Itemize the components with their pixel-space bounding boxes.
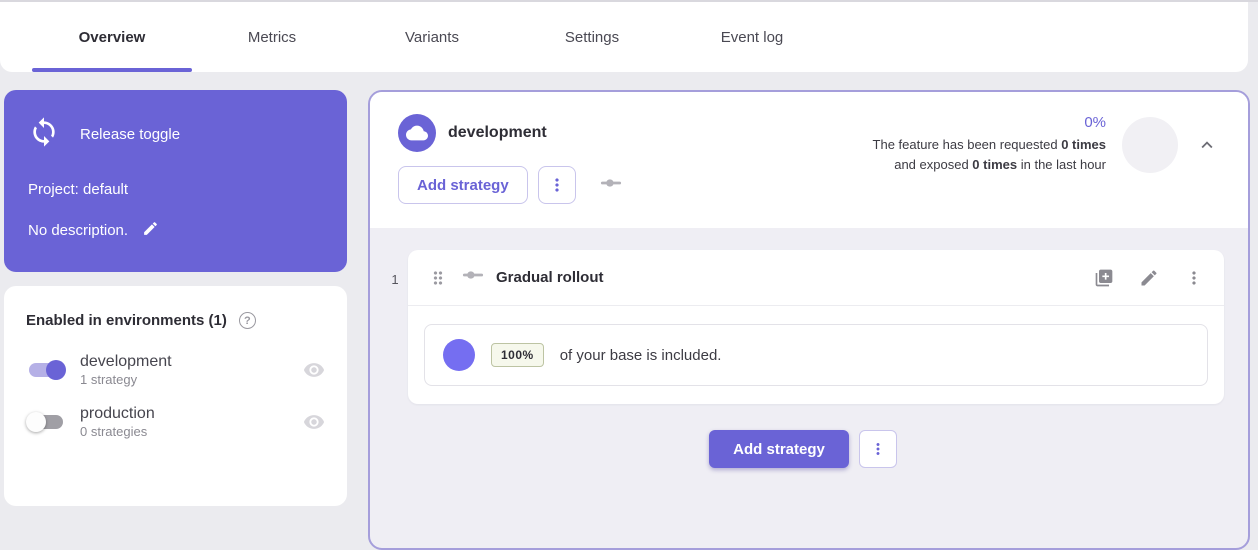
env-strategy-count: 1 strategy xyxy=(80,372,303,387)
exposure-donut-placeholder xyxy=(1122,117,1178,173)
production-toggle-switch[interactable] xyxy=(26,411,66,433)
env-name: development xyxy=(80,353,303,371)
feature-tabs-nav: Overview Metrics Variants Settings Event… xyxy=(0,2,1248,72)
toggle-type-label: Release toggle xyxy=(80,126,180,143)
strategy-more-actions-icon[interactable] xyxy=(1184,268,1204,288)
edit-description-icon[interactable] xyxy=(142,220,159,241)
add-strategy-more-options-button[interactable] xyxy=(859,430,897,468)
description-text: No description. xyxy=(28,222,128,239)
enabled-environments-card: Enabled in environments (1) ? developmen… xyxy=(4,286,347,506)
environment-accordion-development: development Add strategy 0% xyxy=(368,90,1250,550)
kebab-menu-icon xyxy=(869,440,887,458)
environment-more-actions-button[interactable] xyxy=(538,166,576,204)
visibility-eye-icon[interactable] xyxy=(303,411,325,433)
strategy-item-gradual-rollout: Gradual rollout 100% of your xyxy=(408,250,1224,404)
chevron-up-icon[interactable] xyxy=(1196,134,1218,156)
tab-overview[interactable]: Overview xyxy=(32,2,192,72)
tab-settings[interactable]: Settings xyxy=(512,2,672,72)
add-strategy-button-footer[interactable]: Add strategy xyxy=(709,430,849,468)
environment-title: development xyxy=(448,124,547,142)
strategy-slider-icon xyxy=(460,262,486,293)
strategy-slider-icon xyxy=(598,170,624,201)
enabled-environments-title: Enabled in environments (1) xyxy=(26,312,227,329)
feature-toggle-page: Overview Metrics Variants Settings Event… xyxy=(0,0,1258,485)
sidebar: Release toggle Project: default No descr… xyxy=(4,90,347,506)
rollout-description: of your base is included. xyxy=(560,347,722,364)
development-toggle-switch[interactable] xyxy=(26,359,66,381)
rollout-percentage-badge: 100% xyxy=(491,343,544,367)
edit-strategy-icon[interactable] xyxy=(1139,268,1159,288)
cloud-environment-icon xyxy=(398,114,436,152)
env-strategy-count: 0 strategies xyxy=(80,424,303,439)
exposure-percentage: 0% xyxy=(873,114,1106,131)
strategy-index: 1 xyxy=(382,250,408,404)
project-label: Project: default xyxy=(28,181,323,198)
drag-handle-icon[interactable] xyxy=(428,268,448,288)
metrics-summary-line1: The feature has been requested 0 times xyxy=(873,135,1106,155)
tab-variants[interactable]: Variants xyxy=(352,2,512,72)
tab-event-log[interactable]: Event log xyxy=(672,2,832,72)
rollout-donut xyxy=(443,339,475,371)
env-row-production: production 0 strategies xyxy=(26,405,325,439)
metrics-summary-line2: and exposed 0 times in the last hour xyxy=(873,155,1106,175)
release-toggle-cycle-icon xyxy=(28,116,60,153)
strategy-title: Gradual rollout xyxy=(496,269,604,286)
copy-strategy-icon[interactable] xyxy=(1094,268,1114,288)
environment-header: development Add strategy 0% xyxy=(370,92,1248,228)
toggle-type-card: Release toggle Project: default No descr… xyxy=(4,90,347,272)
help-icon[interactable]: ? xyxy=(239,312,256,329)
tab-metrics[interactable]: Metrics xyxy=(192,2,352,72)
kebab-menu-icon xyxy=(547,175,567,195)
env-row-development: development 1 strategy xyxy=(26,353,325,387)
visibility-eye-icon[interactable] xyxy=(303,359,325,381)
strategy-list: 1 Gradual rollout xyxy=(370,228,1248,468)
env-name: production xyxy=(80,405,303,423)
rollout-summary-box: 100% of your base is included. xyxy=(424,324,1208,386)
add-strategy-button-header[interactable]: Add strategy xyxy=(398,166,528,204)
